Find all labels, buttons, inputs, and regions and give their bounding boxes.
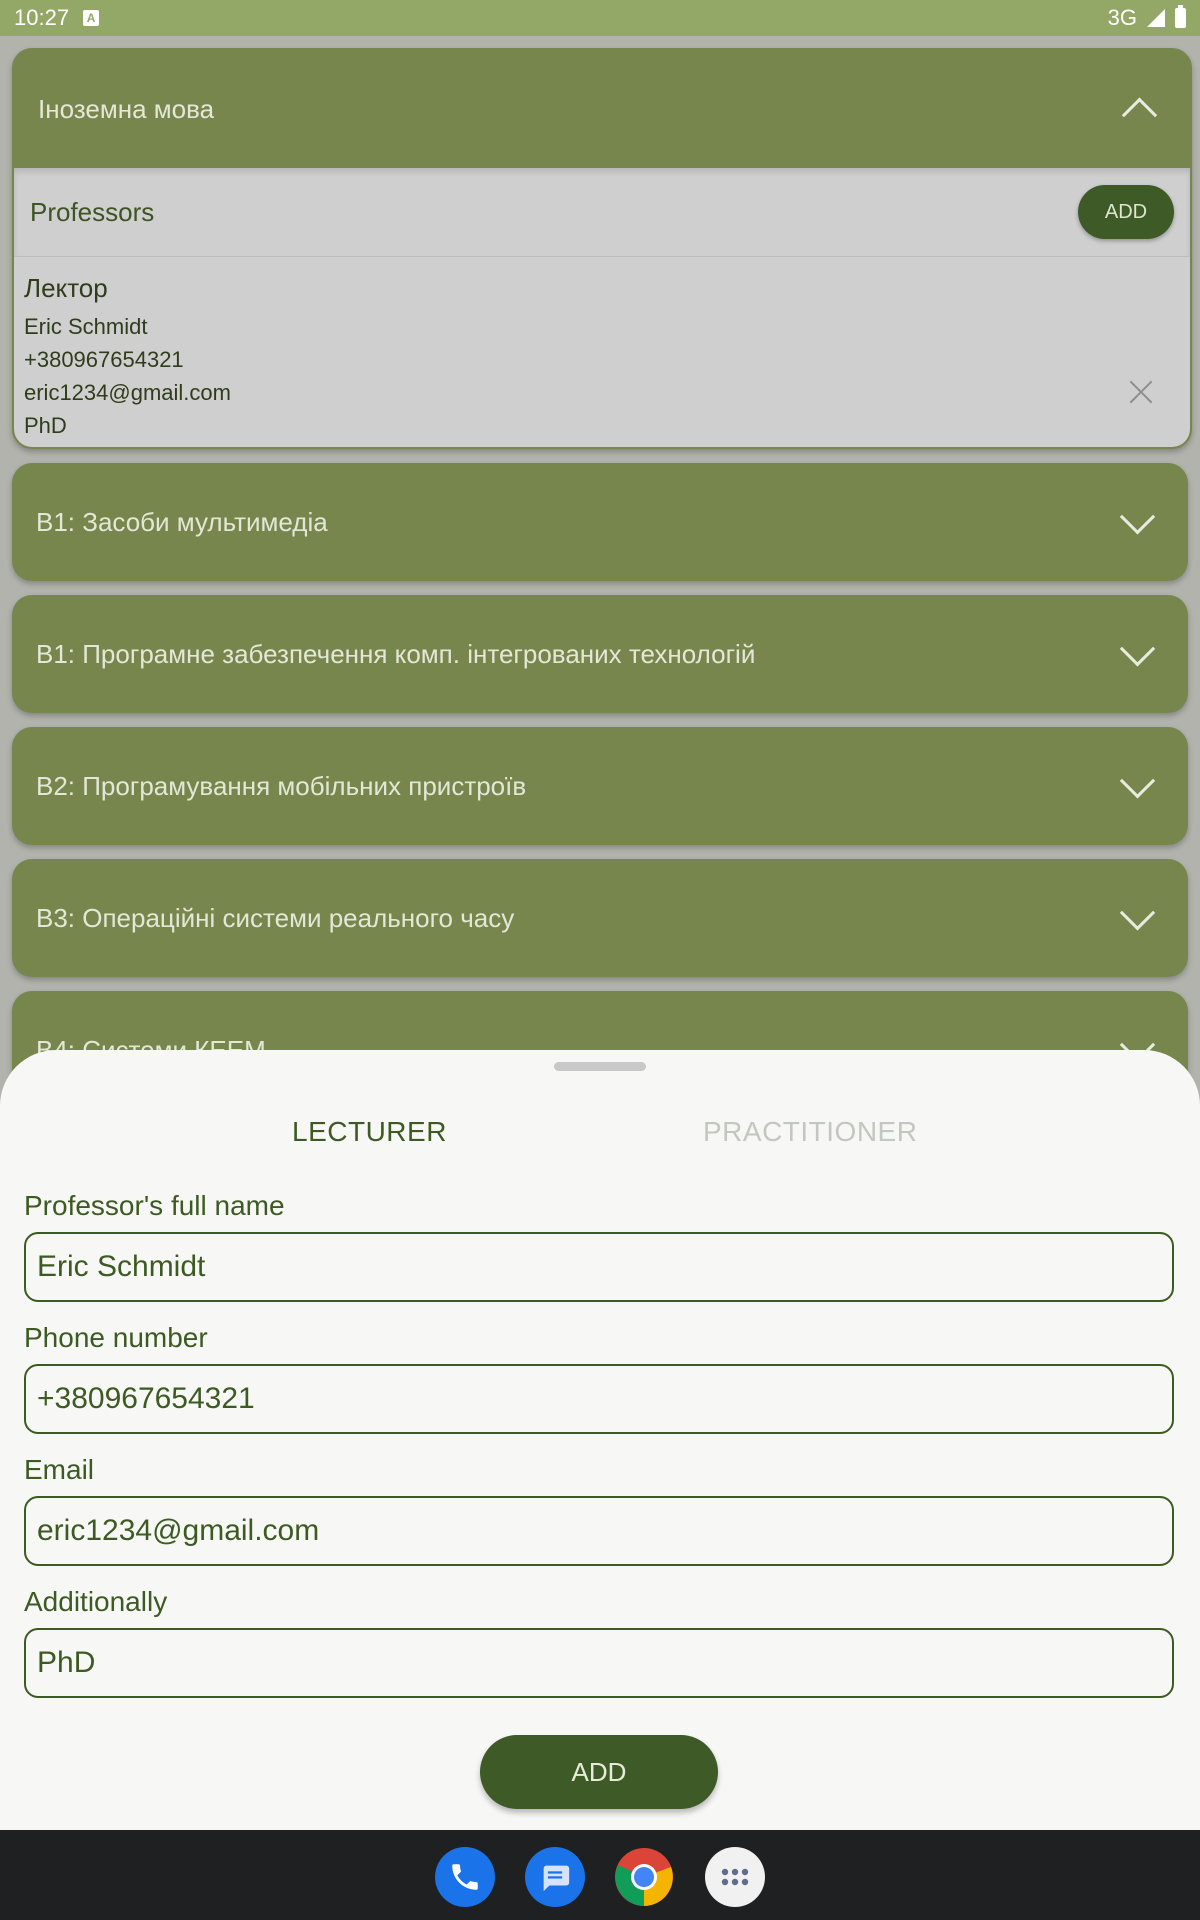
remove-professor-icon[interactable] bbox=[1128, 379, 1154, 405]
email-label: Email bbox=[24, 1454, 95, 1485]
professor-name: Eric Schmidt bbox=[24, 314, 148, 339]
accordion-item[interactable]: В1: Програмне забезпечення комп. інтегро… bbox=[12, 595, 1188, 713]
apps-icon[interactable] bbox=[705, 1847, 765, 1907]
professor-email: eric1234@gmail.com bbox=[24, 380, 231, 405]
professor-role: Лектор bbox=[24, 273, 108, 303]
professor-phone: +380967654321 bbox=[24, 347, 184, 372]
accordion-title: Іноземна мова bbox=[38, 93, 215, 124]
phone-field[interactable]: +380967654321 bbox=[24, 1364, 1174, 1434]
status-bar: 10:27 A 3G bbox=[0, 0, 1200, 36]
phone-label: Phone number bbox=[24, 1322, 208, 1353]
professors-title: Professors bbox=[30, 196, 155, 227]
dock bbox=[0, 1830, 1200, 1920]
name-label: Professor's full name bbox=[24, 1190, 285, 1221]
additional-label: Additionally bbox=[24, 1586, 168, 1617]
name-field[interactable]: Eric Schmidt bbox=[24, 1232, 1174, 1302]
professors-bar: Professors ADD bbox=[14, 168, 1190, 257]
sheet-drag-handle[interactable] bbox=[554, 1062, 646, 1071]
accordion-title: В1: Засоби мультимедіа bbox=[36, 506, 328, 537]
phone-icon[interactable] bbox=[435, 1847, 495, 1907]
status-time: 10:27 bbox=[14, 5, 70, 30]
chevron-down-icon[interactable] bbox=[1119, 894, 1156, 931]
network-type: 3G bbox=[1107, 5, 1137, 30]
accordion-item[interactable]: В1: Засоби мультимедіа bbox=[12, 463, 1188, 581]
chevron-up-icon[interactable] bbox=[1121, 96, 1158, 133]
submit-add-button[interactable]: ADD bbox=[480, 1735, 718, 1809]
chevron-down-icon[interactable] bbox=[1119, 498, 1156, 535]
chevron-down-icon[interactable] bbox=[1119, 630, 1156, 667]
professor-extra: PhD bbox=[24, 413, 67, 438]
accordion-item[interactable]: В3: Операційні системи реального часу bbox=[12, 859, 1188, 977]
tab-lecturer[interactable]: LECTURER bbox=[292, 1116, 447, 1148]
accordion-title: В2: Програмування мобільних пристроїв bbox=[36, 770, 527, 801]
add-professor-sheet: LECTURER PRACTITIONER Professor's full n… bbox=[0, 1050, 1200, 1830]
accordion-expanded: Іноземна мова Professors ADD Лектор Eric… bbox=[12, 48, 1192, 449]
notification-icon: A bbox=[83, 10, 100, 26]
accordion-item[interactable]: В2: Програмування мобільних пристроїв bbox=[12, 727, 1188, 845]
battery-icon bbox=[1175, 5, 1186, 28]
signal-icon bbox=[1147, 9, 1165, 27]
accordion-title: В1: Програмне забезпечення комп. інтегро… bbox=[36, 638, 756, 669]
accordion-header[interactable]: Іноземна мова bbox=[14, 50, 1190, 168]
accordion-title: В3: Операційні системи реального часу bbox=[36, 902, 515, 933]
chevron-down-icon[interactable] bbox=[1119, 762, 1156, 799]
email-field[interactable]: eric1234@gmail.com bbox=[24, 1496, 1174, 1566]
professor-entry: Лектор Eric Schmidt +380967654321 eric12… bbox=[14, 257, 1190, 447]
messages-icon[interactable] bbox=[525, 1847, 585, 1907]
tab-practitioner[interactable]: PRACTITIONER bbox=[703, 1116, 917, 1148]
additional-field[interactable]: PhD bbox=[24, 1628, 1174, 1698]
add-professor-button[interactable]: ADD bbox=[1078, 185, 1174, 239]
chrome-icon[interactable] bbox=[614, 1847, 674, 1907]
